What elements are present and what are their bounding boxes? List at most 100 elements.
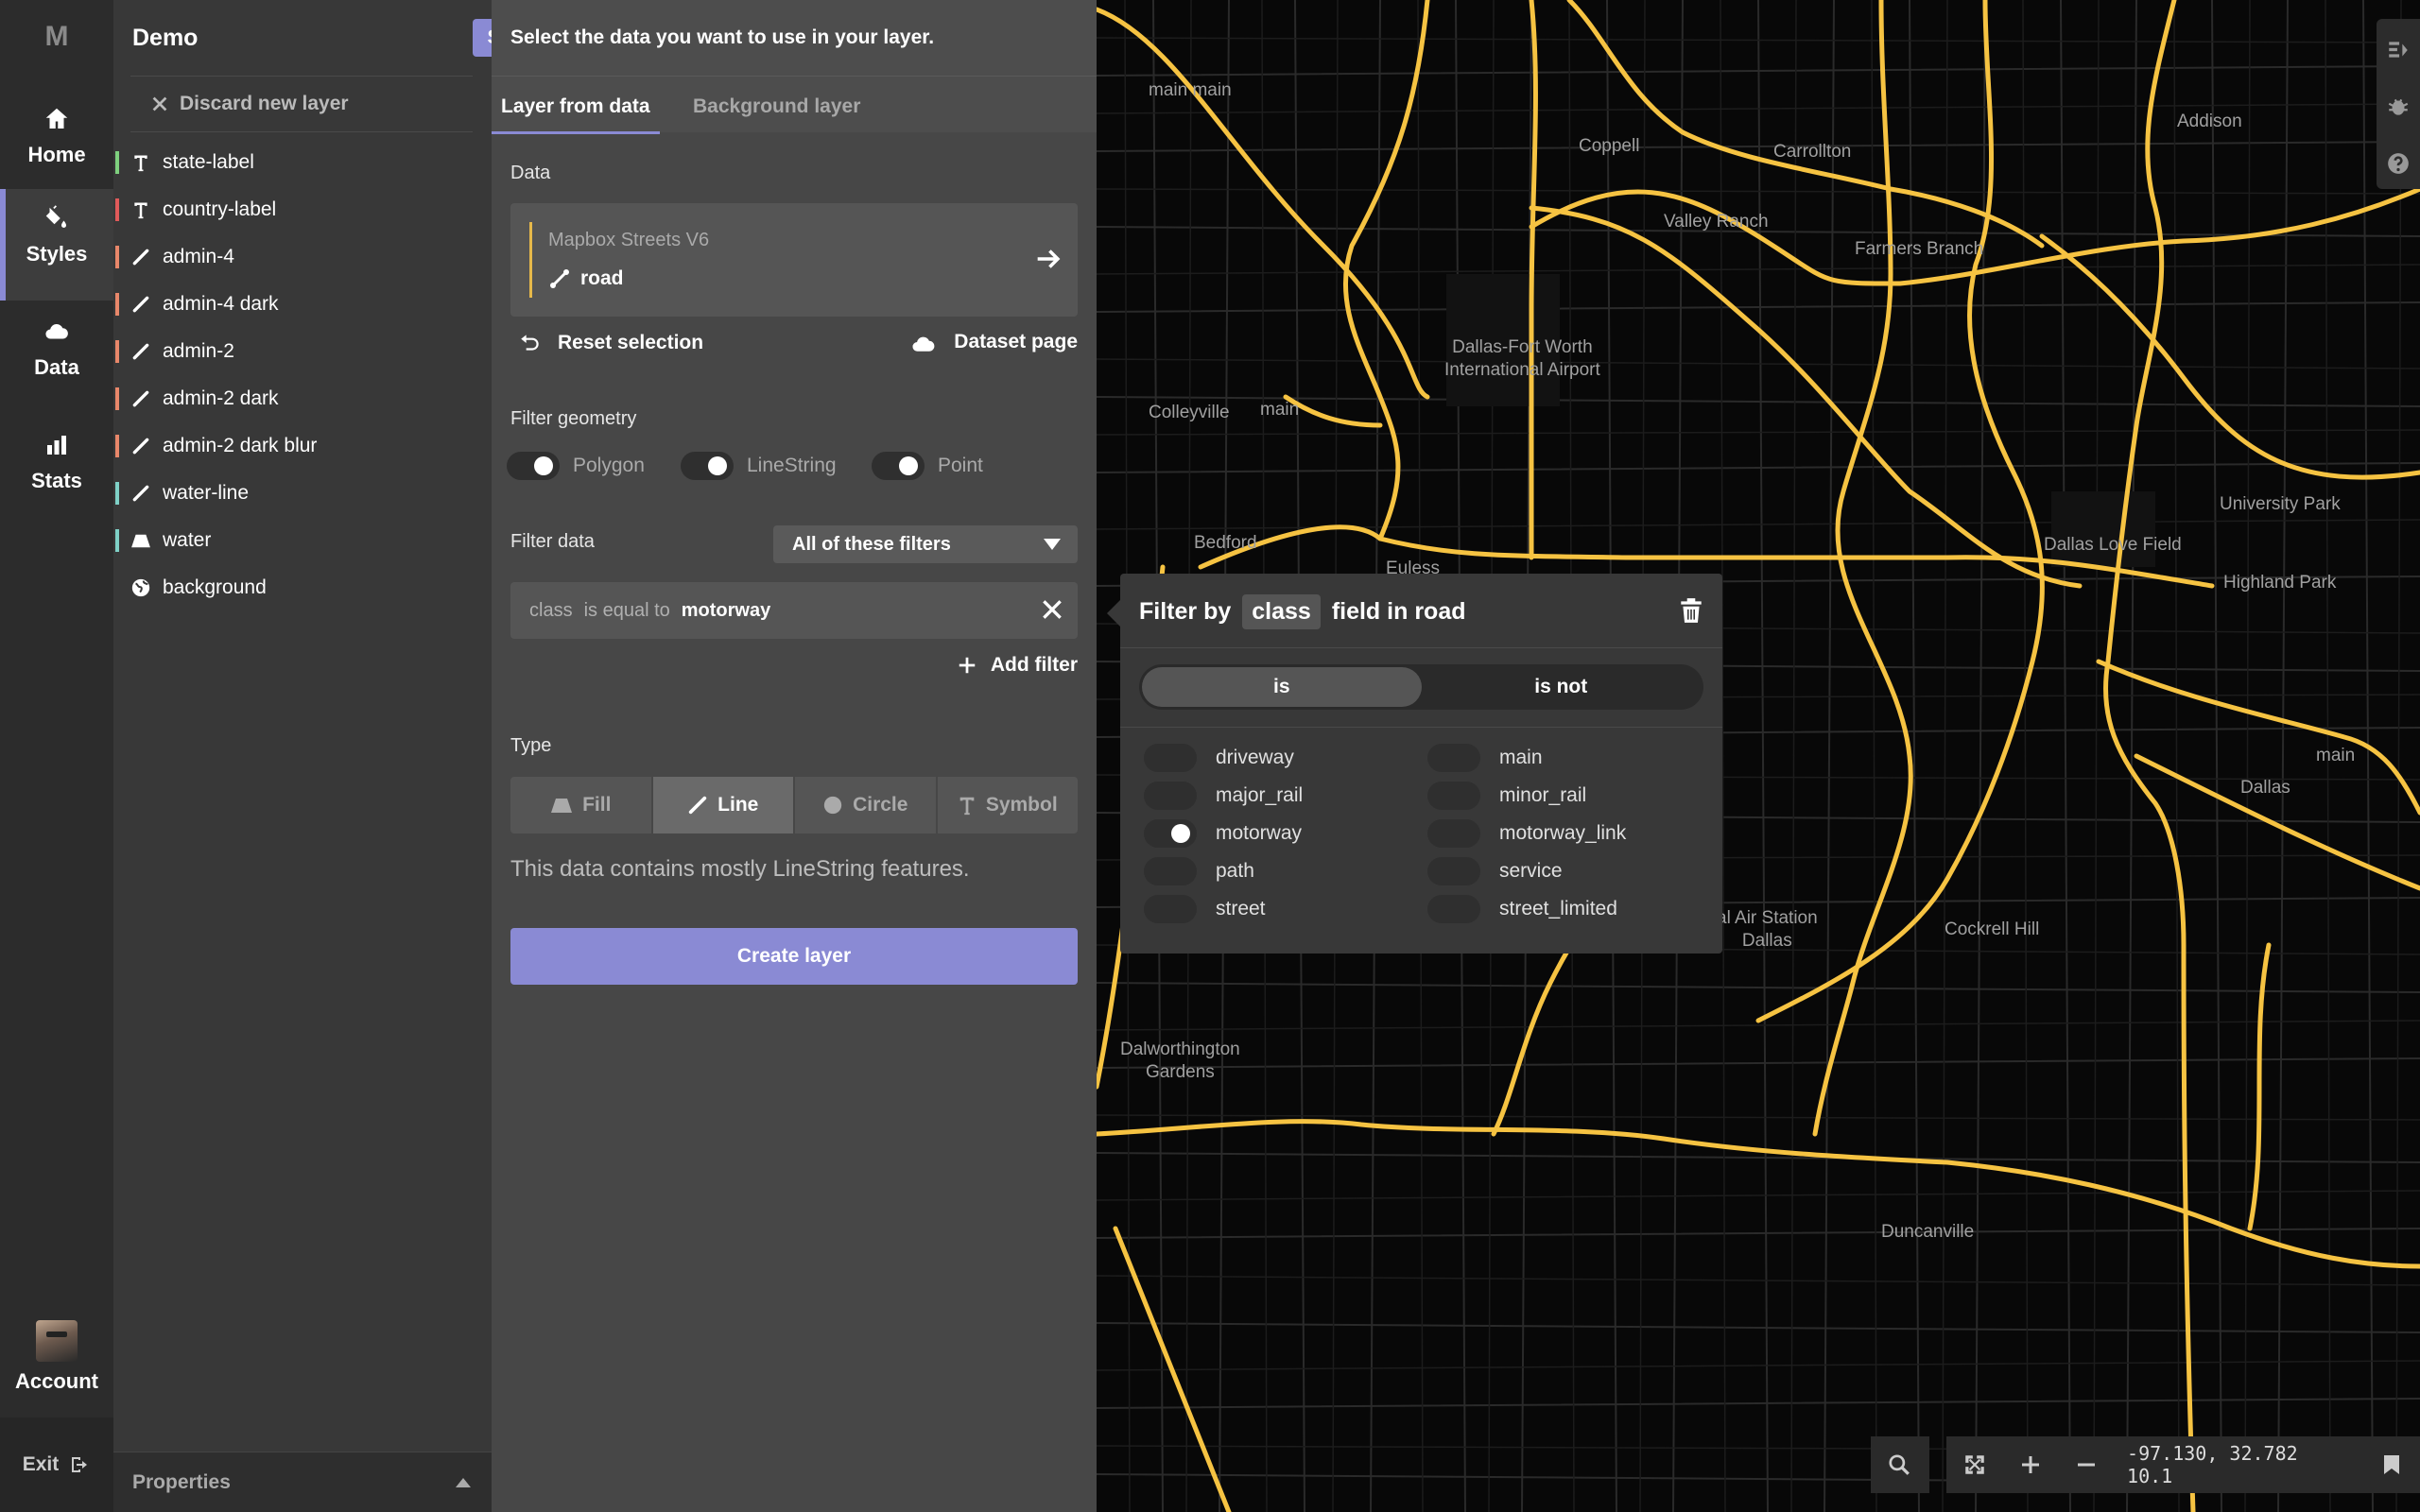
trash-icon[interactable]: [1679, 596, 1703, 625]
app-logo[interactable]: M: [0, 21, 113, 53]
layer-color-bar: [115, 340, 119, 363]
filter-value-toggle[interactable]: [1427, 857, 1480, 885]
filter-value-option[interactable]: street: [1144, 895, 1266, 923]
layer-item[interactable]: background: [113, 564, 492, 611]
cloud-icon: [912, 336, 935, 352]
exit-button[interactable]: Exit: [0, 1418, 113, 1512]
polygon-label: Polygon: [573, 455, 645, 476]
layer-item[interactable]: water-line: [113, 470, 492, 517]
create-layer-button[interactable]: Create layer: [510, 928, 1078, 985]
line-icon: [130, 388, 151, 409]
filter-value-label: street: [1216, 898, 1266, 919]
chevron-up-icon: [456, 1477, 471, 1487]
home-icon: [45, 108, 68, 129]
nav-styles-label: Styles: [26, 242, 88, 266]
layer-item-label: country-label: [163, 198, 277, 220]
linestring-toggle[interactable]: [681, 452, 734, 480]
dataset-page-link[interactable]: Dataset page: [910, 331, 1078, 353]
type-fill-button[interactable]: Fill: [510, 777, 651, 833]
layer-item-label: water-line: [163, 482, 250, 504]
line-icon: [130, 247, 151, 267]
mode-is-not-option[interactable]: is not: [1422, 667, 1702, 707]
filter-value-toggle[interactable]: [1427, 744, 1480, 772]
nav-home[interactable]: Home: [0, 90, 113, 201]
avatar: [36, 1320, 78, 1362]
filter-value-option[interactable]: main: [1427, 744, 1543, 772]
type-fill-label: Fill: [582, 794, 612, 816]
filter-value-option[interactable]: path: [1144, 857, 1254, 885]
bookmark-button[interactable]: [2364, 1436, 2420, 1493]
source-card[interactable]: Mapbox Streets V6 road: [510, 203, 1078, 317]
map-label-dallas: Dallas: [2240, 778, 2290, 798]
layer-item[interactable]: water: [113, 517, 492, 564]
help-icon[interactable]: [2386, 151, 2411, 176]
filter-value-toggle[interactable]: [1144, 744, 1197, 772]
fill-icon: [551, 799, 573, 813]
type-circle-button[interactable]: Circle: [795, 777, 936, 833]
popover-divider-top: [1120, 647, 1722, 648]
properties-toggle[interactable]: Properties: [113, 1452, 492, 1512]
polygon-toggle[interactable]: [507, 452, 560, 480]
layer-item-label: admin-4 dark: [163, 293, 279, 315]
zoom-out-button[interactable]: [2058, 1436, 2114, 1493]
zoom-in-button[interactable]: [2002, 1436, 2058, 1493]
filter-value-option[interactable]: minor_rail: [1427, 782, 1586, 810]
filter-value-option[interactable]: driveway: [1144, 744, 1294, 772]
filter-value-toggle[interactable]: [1144, 782, 1197, 810]
filter-value-toggle[interactable]: [1144, 857, 1197, 885]
geometry-polygon[interactable]: Polygon: [507, 452, 645, 480]
map-label-addison: Addison: [2177, 112, 2242, 131]
undo-icon: [521, 335, 539, 351]
discard-new-layer-button[interactable]: Discard new layer: [130, 76, 473, 132]
bug-icon[interactable]: [2386, 94, 2411, 119]
type-line-button[interactable]: Line: [652, 777, 793, 833]
filter-value-option[interactable]: motorway: [1144, 819, 1302, 848]
is-isnot-toggle: is is not: [1139, 664, 1703, 710]
map-search-button[interactable]: [1871, 1436, 1927, 1493]
arrow-right-icon[interactable]: [1032, 243, 1064, 275]
popover-divider-mid: [1120, 727, 1722, 728]
geometry-point[interactable]: Point: [872, 452, 983, 480]
tab-layer-from-data[interactable]: Layer from data: [492, 95, 660, 134]
map-label-main-2: main: [2316, 746, 2356, 765]
mode-is-option[interactable]: is: [1142, 667, 1422, 707]
layer-item[interactable]: admin-2: [113, 328, 492, 375]
map-coordinates[interactable]: -97.130, 32.782 10.1: [2114, 1442, 2364, 1487]
layers-panel-icon[interactable]: [2386, 38, 2411, 62]
filter-mode-select[interactable]: All of these filters: [773, 525, 1078, 563]
filter-value-toggle[interactable]: [1427, 819, 1480, 848]
filter-value-option[interactable]: major_rail: [1144, 782, 1303, 810]
geometry-hint: This data contains mostly LineString fea…: [510, 856, 970, 882]
reset-selection-button[interactable]: Reset selection: [518, 331, 703, 355]
layer-item[interactable]: admin-4: [113, 233, 492, 281]
type-symbol-button[interactable]: Symbol: [937, 777, 1078, 833]
filter-value-option[interactable]: motorway_link: [1427, 819, 1626, 848]
filter-value-option[interactable]: street_limited: [1427, 895, 1617, 923]
map-label-dalworthington: Dalworthington Gardens: [1120, 1040, 1240, 1082]
nav-data[interactable]: Data: [0, 302, 113, 414]
add-filter-button[interactable]: Add filter: [957, 654, 1078, 677]
filter-row[interactable]: class is equal to motorway: [510, 582, 1078, 639]
nav-account[interactable]: Account: [0, 1309, 113, 1394]
fullscreen-button[interactable]: [1946, 1436, 2002, 1493]
properties-label: Properties: [132, 1470, 231, 1493]
geometry-linestring[interactable]: LineString: [681, 452, 837, 480]
nav-styles[interactable]: Styles: [0, 189, 113, 301]
layer-item[interactable]: admin-2 dark blur: [113, 422, 492, 470]
nav-stats[interactable]: Stats: [0, 416, 113, 527]
point-toggle[interactable]: [872, 452, 925, 480]
layer-item[interactable]: admin-4 dark: [113, 281, 492, 328]
layer-item[interactable]: admin-2 dark: [113, 375, 492, 422]
minus-icon: [2077, 1463, 2095, 1467]
filter-value-toggle[interactable]: [1144, 895, 1197, 923]
layer-item[interactable]: country-label: [113, 186, 492, 233]
filter-value-toggle[interactable]: [1427, 895, 1480, 923]
layer-item[interactable]: state-label: [113, 139, 492, 186]
popover-field: class: [1252, 598, 1311, 625]
filter-value-toggle[interactable]: [1427, 782, 1480, 810]
filter-value-toggle[interactable]: [1144, 819, 1197, 848]
discard-label: Discard new layer: [180, 93, 349, 114]
tab-background-layer[interactable]: Background layer: [683, 95, 870, 131]
remove-filter-icon[interactable]: [1040, 597, 1064, 622]
filter-value-option[interactable]: service: [1427, 857, 1563, 885]
